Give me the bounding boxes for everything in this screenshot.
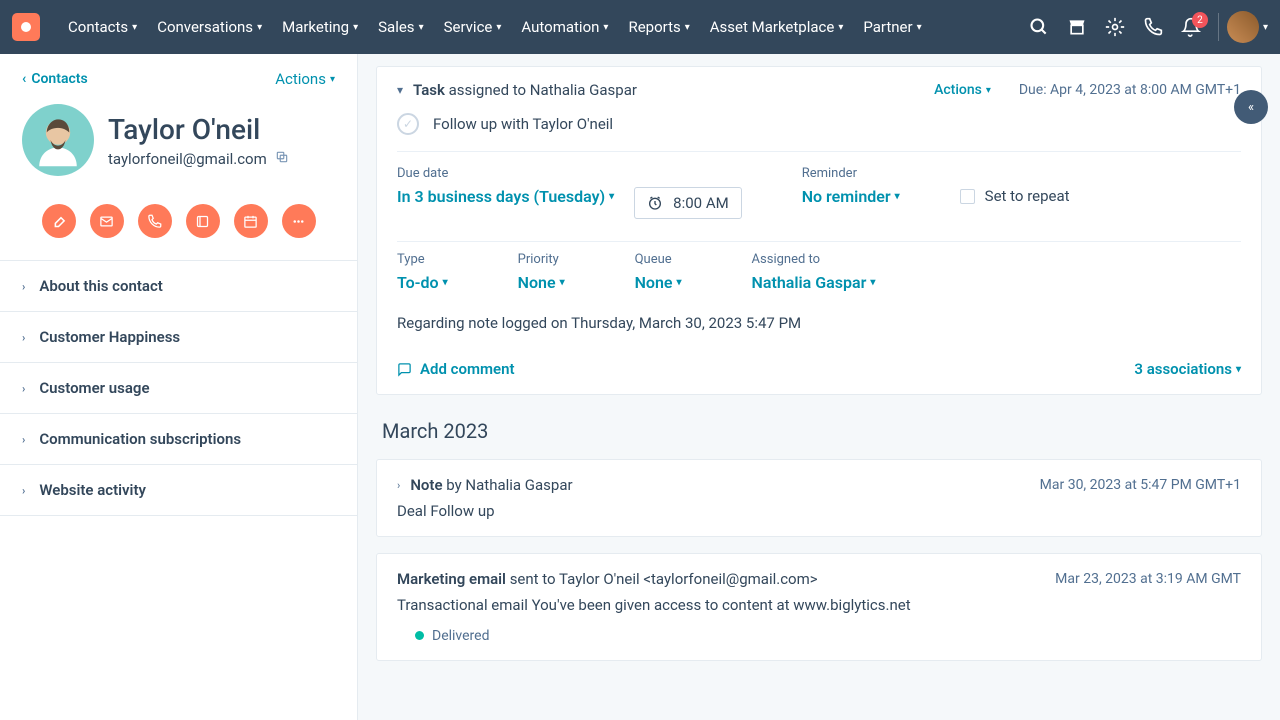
associations-dropdown[interactable]: 3 associations▾ (1134, 360, 1241, 378)
task-title: Follow up with Taylor O'neil (433, 115, 613, 133)
marketing-email-card: Marketing email sent to Taylor O'neil <t… (376, 553, 1262, 661)
schedule-button[interactable] (234, 204, 268, 238)
task-card: ▾ Task assigned to Nathalia Gaspar Actio… (376, 66, 1262, 395)
search-icon[interactable] (1020, 8, 1058, 46)
due-date-label: Due date (397, 166, 614, 181)
activity-timeline: ▾ Task assigned to Nathalia Gaspar Actio… (358, 54, 1280, 720)
priority-label: Priority (518, 252, 565, 267)
email-body: Transactional email You've been given ac… (397, 588, 1241, 614)
comment-icon (397, 362, 412, 377)
contact-name: Taylor O'neil (108, 113, 289, 146)
user-menu-caret[interactable]: ▾ (1263, 22, 1268, 33)
nav-marketing[interactable]: Marketing▾ (272, 10, 368, 44)
note-card: › Note by Nathalia Gaspar Mar 30, 2023 a… (376, 459, 1262, 537)
sidebar-actions-dropdown[interactable]: Actions▾ (275, 70, 335, 88)
nav-contacts[interactable]: Contacts▾ (58, 10, 147, 44)
nav-service[interactable]: Service▾ (434, 10, 512, 44)
chevron-right-icon: › (22, 382, 25, 395)
calling-icon[interactable] (1134, 8, 1172, 46)
nav-automation[interactable]: Automation▾ (511, 10, 618, 44)
back-to-contacts[interactable]: ‹ Contacts (22, 71, 88, 87)
reminder-dropdown[interactable]: No reminder▾ (802, 187, 900, 206)
notifications-icon[interactable]: 2 (1172, 8, 1210, 46)
user-avatar[interactable] (1227, 11, 1259, 43)
email-timestamp: Mar 23, 2023 at 3:19 AM GMT (1055, 571, 1241, 587)
email-button[interactable] (90, 204, 124, 238)
task-description: Regarding note logged on Thursday, March… (377, 310, 1261, 348)
nav-sales[interactable]: Sales▾ (368, 10, 433, 44)
hubspot-logo-icon[interactable] (12, 13, 40, 41)
note-body: Deal Follow up (397, 494, 1241, 520)
contact-avatar (22, 104, 94, 176)
due-time-input[interactable]: 8:00 AM (634, 187, 742, 219)
reminder-label: Reminder (802, 166, 900, 181)
task-due-text: Due: Apr 4, 2023 at 8:00 AM GMT+1 (1019, 82, 1241, 98)
more-button[interactable] (282, 204, 316, 238)
section-customer-usage[interactable]: ›Customer usage (0, 363, 357, 414)
expand-note-icon[interactable]: › (397, 479, 400, 492)
month-divider: March 2023 (376, 411, 1262, 459)
marketplace-icon[interactable] (1058, 8, 1096, 46)
chevron-right-icon: › (22, 484, 25, 497)
queue-label: Queue (635, 252, 682, 267)
note-timestamp: Mar 30, 2023 at 5:47 PM GMT+1 (1040, 477, 1241, 493)
section-website-activity[interactable]: ›Website activity (0, 465, 357, 516)
nav-reports[interactable]: Reports▾ (618, 10, 699, 44)
email-status: Delivered (397, 614, 1241, 644)
section-about[interactable]: ›About this contact (0, 261, 357, 312)
task-actions-dropdown[interactable]: Actions▾ (934, 82, 991, 98)
queue-dropdown[interactable]: None▾ (635, 273, 682, 292)
priority-dropdown[interactable]: None▾ (518, 273, 565, 292)
assigned-to-dropdown[interactable]: Nathalia Gaspar▾ (752, 273, 876, 292)
copy-email-icon[interactable] (275, 150, 289, 168)
top-nav: Contacts▾ Conversations▾ Marketing▾ Sale… (0, 0, 1280, 54)
assigned-to-label: Assigned to (752, 252, 876, 267)
section-customer-happiness[interactable]: ›Customer Happiness (0, 312, 357, 363)
set-to-repeat-checkbox[interactable] (960, 189, 975, 204)
section-communication-subscriptions[interactable]: ›Communication subscriptions (0, 414, 357, 465)
chevron-right-icon: › (22, 433, 25, 446)
nav-conversations[interactable]: Conversations▾ (147, 10, 272, 44)
type-label: Type (397, 252, 448, 267)
chevron-right-icon: › (22, 331, 25, 344)
chevron-left-icon: ‹ (22, 71, 26, 87)
collapse-panel-button[interactable]: « (1234, 90, 1268, 124)
contact-email: taylorfoneil@gmail.com (108, 150, 267, 168)
contact-sidebar: ‹ Contacts Actions▾ Taylor O'neil taylor… (0, 54, 358, 720)
nav-asset-marketplace[interactable]: Asset Marketplace▾ (700, 10, 854, 44)
status-dot-icon (415, 631, 424, 640)
nav-partner[interactable]: Partner▾ (853, 10, 931, 44)
collapse-task-icon[interactable]: ▾ (397, 83, 403, 97)
settings-icon[interactable] (1096, 8, 1134, 46)
chevron-right-icon: › (22, 280, 25, 293)
notification-badge: 2 (1192, 12, 1208, 28)
clock-icon (647, 195, 663, 211)
complete-task-checkbox[interactable]: ✓ (397, 113, 419, 135)
log-button[interactable] (186, 204, 220, 238)
add-comment-button[interactable]: Add comment (397, 360, 515, 378)
create-note-button[interactable] (42, 204, 76, 238)
call-button[interactable] (138, 204, 172, 238)
due-date-picker[interactable]: In 3 business days (Tuesday)▾ (397, 187, 614, 206)
set-to-repeat-label: Set to repeat (985, 187, 1070, 205)
type-dropdown[interactable]: To-do▾ (397, 273, 448, 292)
